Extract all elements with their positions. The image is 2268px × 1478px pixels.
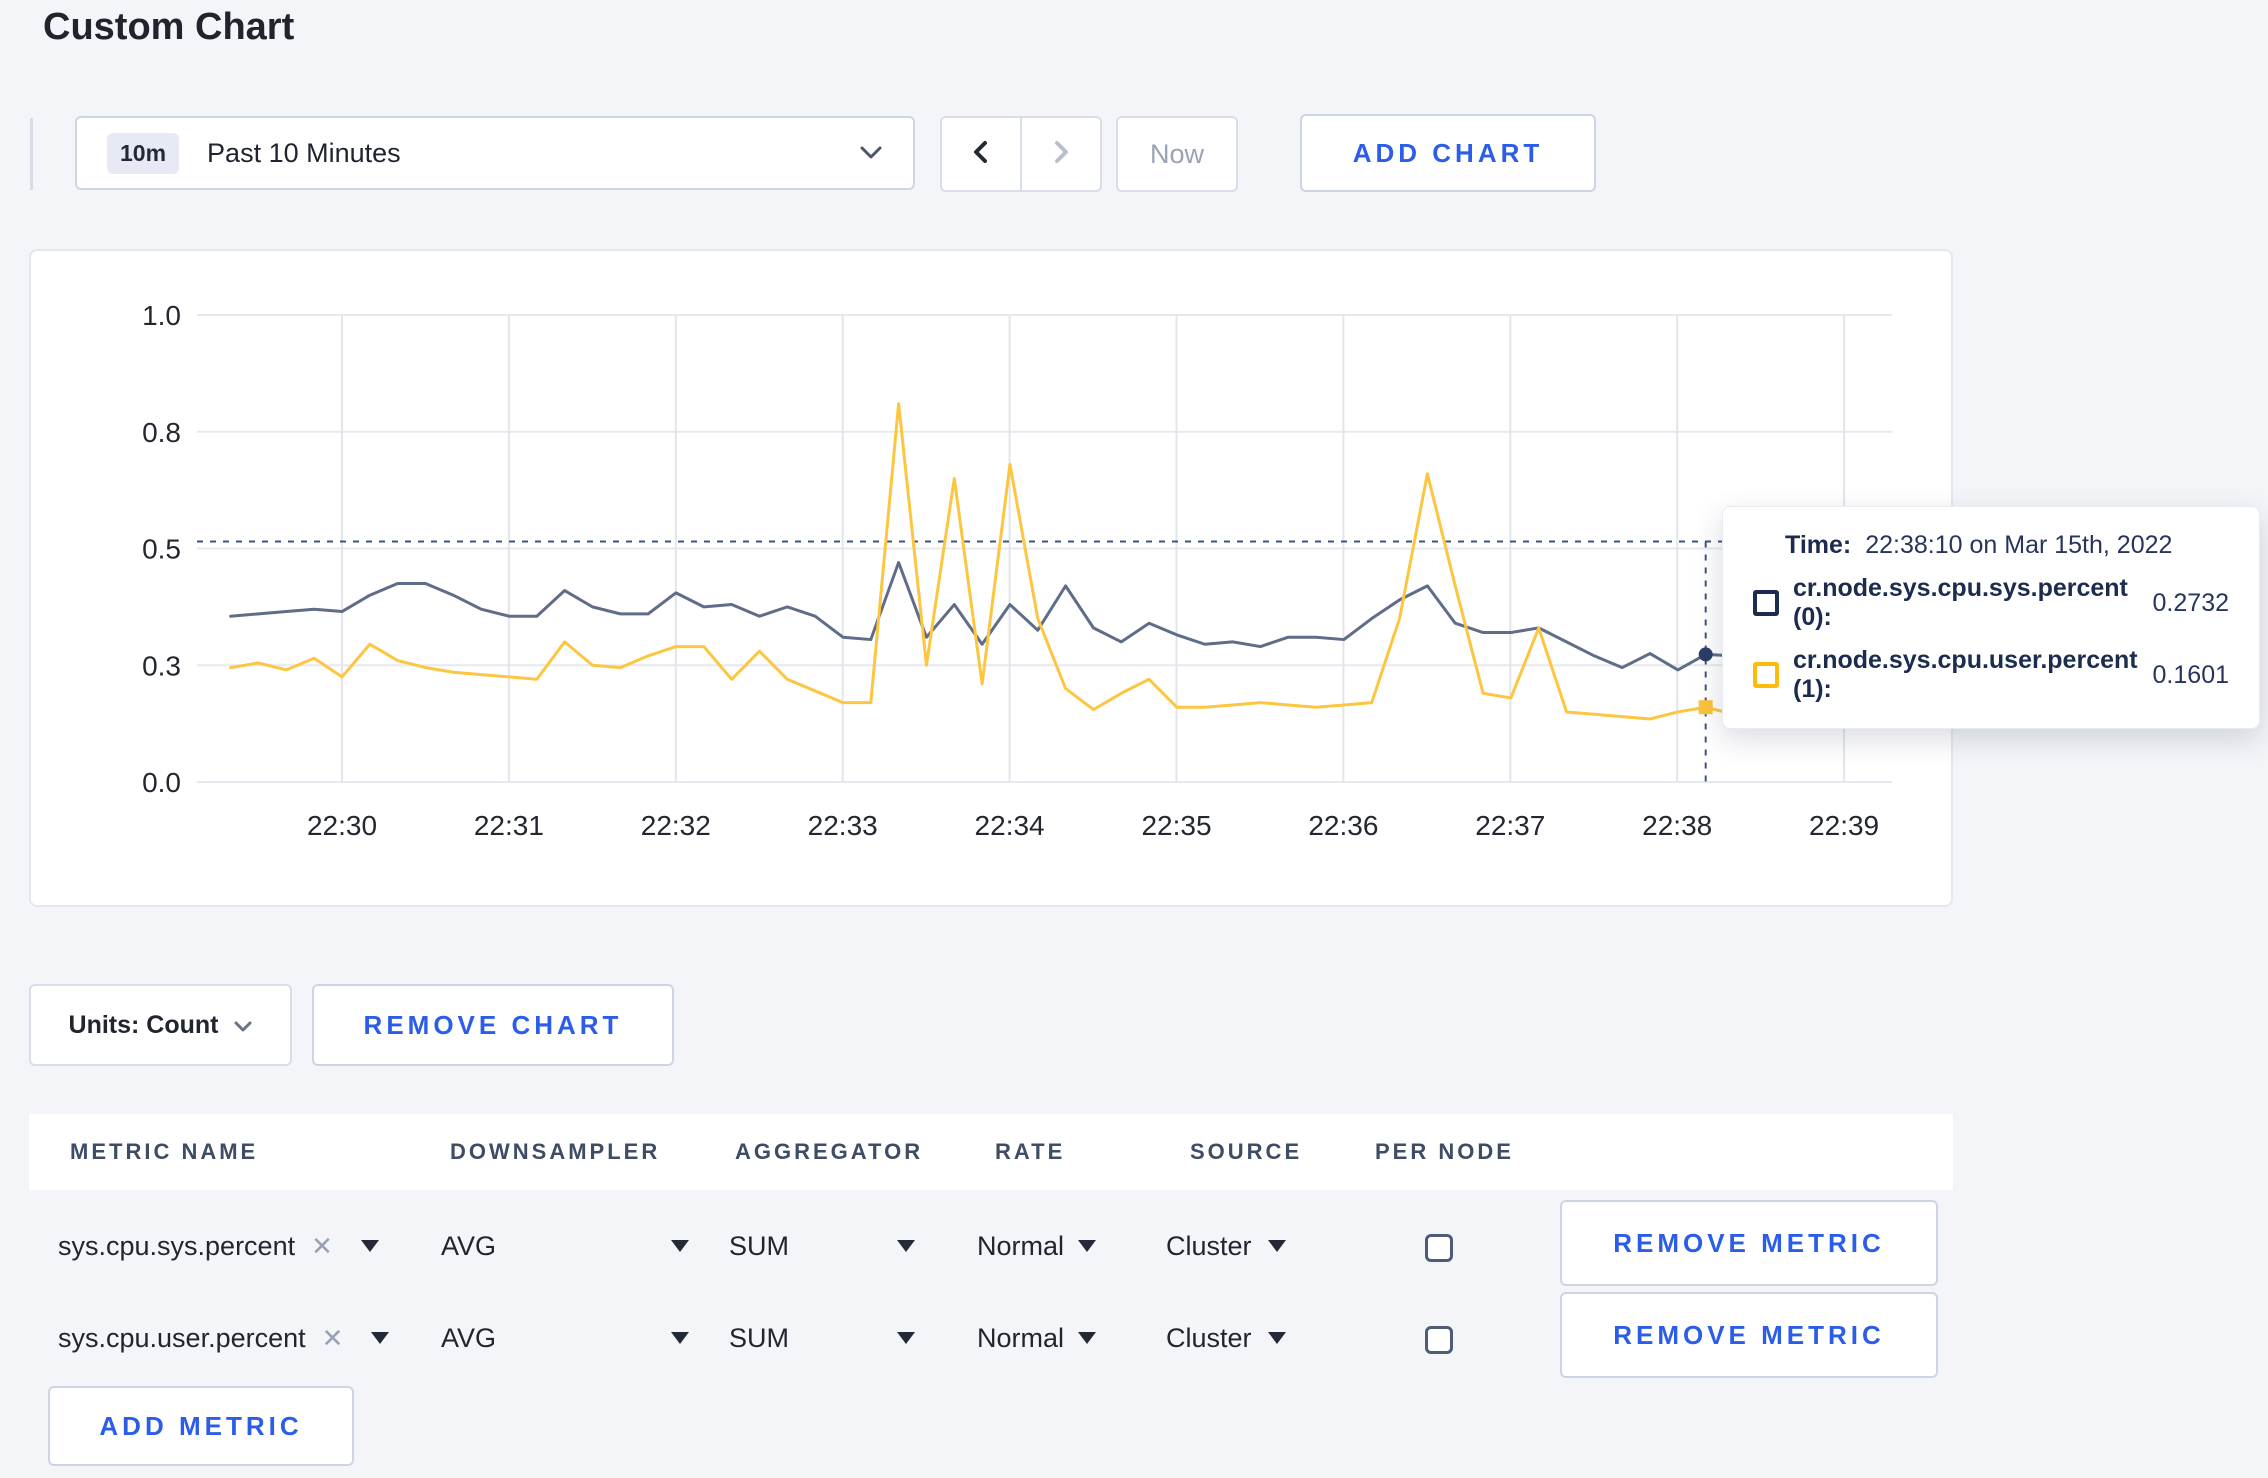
metric-name-value: sys.cpu.user.percent (58, 1322, 306, 1353)
svg-text:1.0: 1.0 (142, 300, 181, 331)
tooltip-time-label: Time: (1785, 531, 1852, 559)
remove-metric-button[interactable]: REMOVE METRIC (1560, 1292, 1938, 1378)
col-header-rate: RATE (995, 1139, 1066, 1164)
chart-card: 0.0 0.3 0.5 0.8 1.0 22:30 22:31 22:32 22:33 22:34… (29, 249, 1953, 907)
tooltip-series-label: cr.node.sys.cpu.user.percent (1): (1793, 646, 2138, 703)
caret-down-icon (897, 1240, 915, 1252)
caret-down-icon (1078, 1332, 1097, 1344)
series-color-swatch (1753, 662, 1779, 688)
time-pager (940, 116, 1102, 192)
aggregator-select[interactable]: SUM (729, 1298, 915, 1378)
col-header-per-node: PER NODE (1375, 1139, 1514, 1164)
svg-text:22:32: 22:32 (641, 810, 711, 841)
chevron-right-icon (1050, 139, 1072, 170)
tooltip-series-value: 0.2732 (2152, 588, 2229, 617)
metric-name-select[interactable]: sys.cpu.sys.percent ✕ (58, 1206, 379, 1286)
svg-text:22:35: 22:35 (1141, 810, 1211, 841)
caret-down-icon (360, 1240, 379, 1252)
add-metric-button[interactable]: ADD METRIC (48, 1386, 354, 1466)
svg-text:22:37: 22:37 (1475, 810, 1545, 841)
svg-text:0.3: 0.3 (142, 650, 181, 681)
svg-text:22:33: 22:33 (808, 810, 878, 841)
downsampler-select[interactable]: AVG (441, 1298, 689, 1378)
source-select[interactable]: Cluster (1166, 1298, 1286, 1378)
tooltip-series-label: cr.node.sys.cpu.sys.percent (0): (1793, 574, 2128, 631)
metric-name-select[interactable]: sys.cpu.user.percent ✕ (58, 1298, 390, 1378)
svg-text:0.0: 0.0 (142, 767, 181, 798)
caret-down-icon (1267, 1240, 1286, 1252)
caret-down-icon (897, 1332, 915, 1344)
add-chart-button[interactable]: ADD CHART (1300, 114, 1596, 192)
rate-select[interactable]: Normal (977, 1206, 1097, 1286)
remove-chart-button[interactable]: REMOVE CHART (312, 984, 674, 1066)
tooltip-series-value: 0.1601 (2152, 660, 2229, 689)
series-color-swatch (1753, 590, 1779, 616)
source-select[interactable]: Cluster (1166, 1206, 1286, 1286)
caret-down-icon (371, 1332, 390, 1344)
svg-text:22:30: 22:30 (307, 810, 377, 841)
col-header-aggregator: AGGREGATOR (735, 1139, 924, 1164)
svg-text:22:38: 22:38 (1642, 810, 1712, 841)
rate-select[interactable]: Normal (977, 1298, 1097, 1378)
tooltip-time-value: 22:38:10 on Mar 15th, 2022 (1865, 531, 2173, 559)
caret-down-icon (671, 1332, 689, 1344)
time-range-label: Past 10 Minutes (207, 137, 401, 168)
per-node-checkbox[interactable] (1425, 1234, 1453, 1262)
units-selector[interactable]: Units: Count (29, 984, 292, 1066)
time-range-selector[interactable]: 10m Past 10 Minutes (75, 116, 915, 190)
svg-text:0.5: 0.5 (142, 534, 181, 565)
svg-text:22:34: 22:34 (975, 810, 1045, 841)
chevron-left-icon (970, 139, 992, 170)
remove-metric-button[interactable]: REMOVE METRIC (1560, 1200, 1938, 1286)
per-node-checkbox[interactable] (1425, 1326, 1453, 1354)
chart-canvas[interactable]: 0.0 0.3 0.5 0.8 1.0 22:30 22:31 22:32 22:33 22:34… (31, 251, 1951, 905)
aggregator-select[interactable]: SUM (729, 1206, 915, 1286)
toolbar-accent-divider (30, 118, 33, 190)
metric-name-value: sys.cpu.sys.percent (58, 1230, 296, 1261)
time-range-badge: 10m (107, 132, 180, 174)
svg-text:0.8: 0.8 (142, 417, 181, 448)
svg-text:22:36: 22:36 (1308, 810, 1378, 841)
svg-text:22:31: 22:31 (474, 810, 544, 841)
svg-text:22:39: 22:39 (1809, 810, 1879, 841)
chevron-down-icon (234, 1011, 252, 1040)
time-next-button[interactable] (1020, 118, 1100, 190)
col-header-source: SOURCE (1190, 1139, 1303, 1164)
custom-chart-page: Custom Chart 10m Past 10 Minutes Now ADD… (0, 0, 2268, 1478)
time-prev-button[interactable] (942, 118, 1020, 190)
caret-down-icon (671, 1240, 689, 1252)
metrics-table-header: METRIC NAME DOWNSAMPLER AGGREGATOR RATE … (29, 1114, 1953, 1190)
col-header-downsampler: DOWNSAMPLER (450, 1139, 661, 1164)
now-button[interactable]: Now (1116, 116, 1238, 192)
col-header-metric-name: METRIC NAME (70, 1139, 259, 1164)
page-title: Custom Chart (43, 6, 295, 48)
clear-metric-icon[interactable]: ✕ (322, 1323, 344, 1354)
units-label: Units: Count (68, 1010, 219, 1039)
downsampler-select[interactable]: AVG (441, 1206, 689, 1286)
chart-tooltip: Time: 22:38:10 on Mar 15th, 2022 cr.node… (1722, 506, 2260, 729)
caret-down-icon (1078, 1240, 1097, 1252)
caret-down-icon (1267, 1332, 1286, 1344)
clear-metric-icon[interactable]: ✕ (311, 1231, 333, 1262)
chevron-down-icon (859, 145, 883, 161)
metric-row: sys.cpu.sys.percent ✕ AVG SUM Normal Clu… (29, 1200, 1953, 1286)
metric-row: sys.cpu.user.percent ✕ AVG SUM Normal Cl… (29, 1292, 1953, 1378)
